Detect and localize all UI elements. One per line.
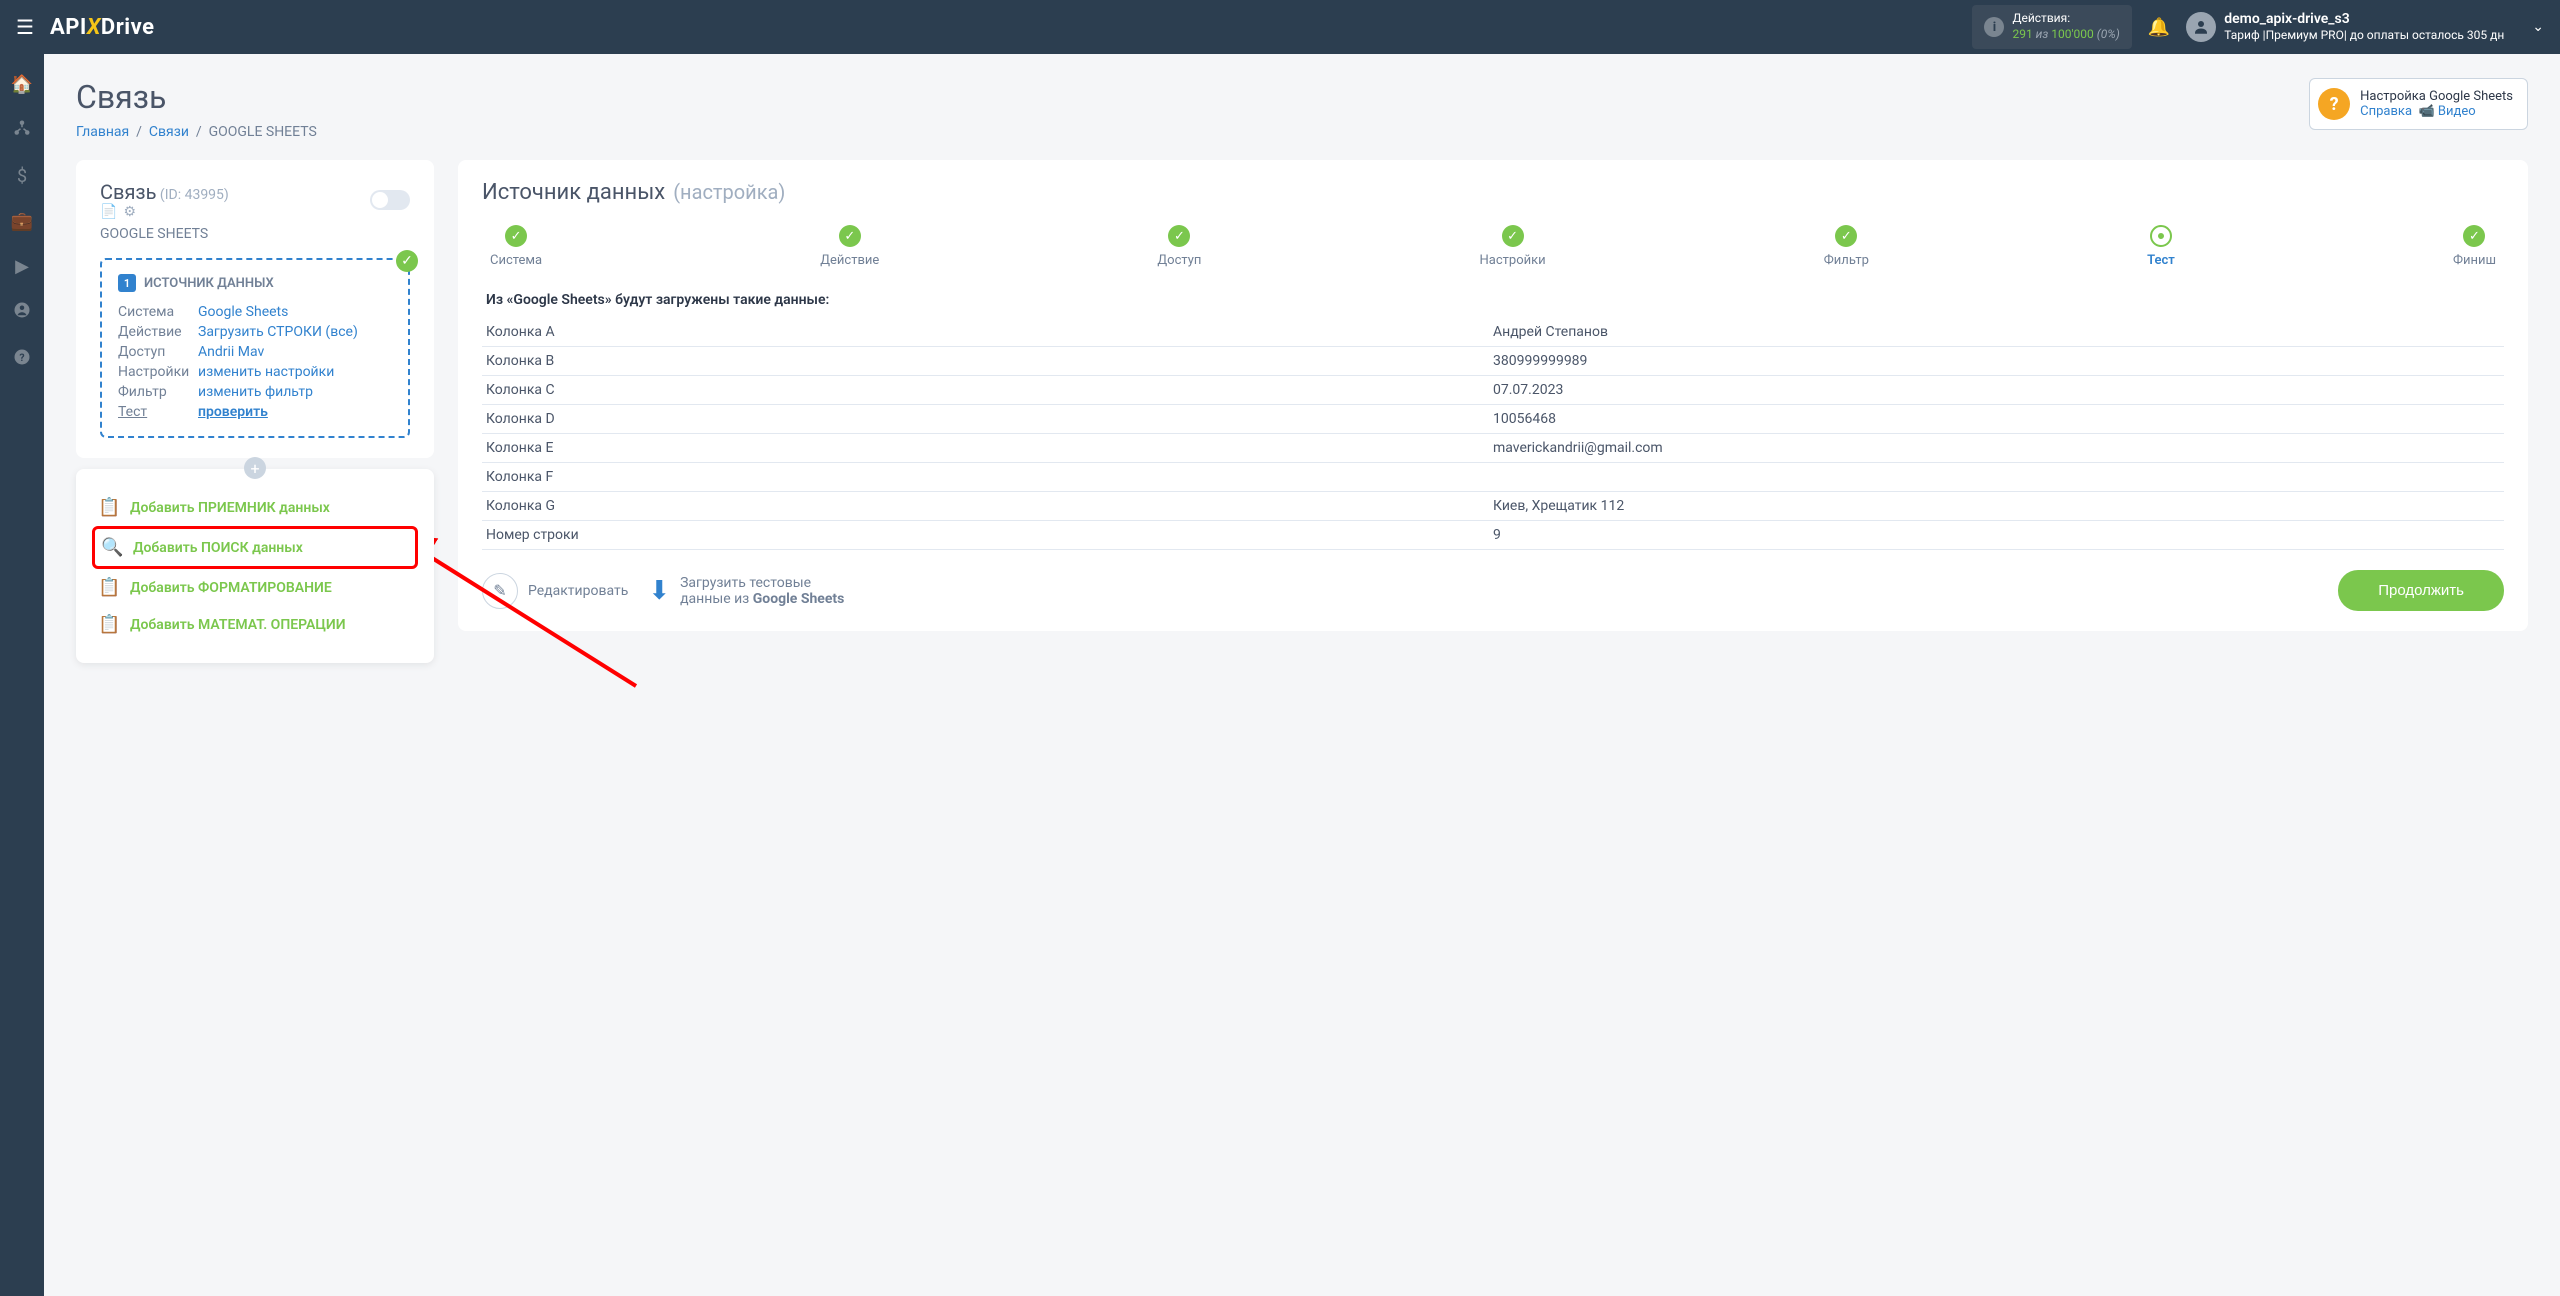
action-icon: 🔍: [101, 537, 123, 558]
continue-button[interactable]: Продолжить: [2338, 570, 2504, 611]
table-row: Колонка Emaverickandrii@gmail.com: [482, 434, 2504, 463]
briefcase-icon[interactable]: 💼: [11, 211, 33, 232]
profile-icon[interactable]: [13, 301, 31, 324]
gear-icon[interactable]: ⚙: [123, 204, 136, 220]
user-name: demo_apix-drive_s3: [2224, 10, 2504, 28]
load-test-button[interactable]: ⬇ Загрузить тестовые данные из Google Sh…: [648, 575, 844, 607]
source-row[interactable]: СистемаGoogle Sheets: [118, 302, 392, 322]
table-row: Колонка D10056468: [482, 405, 2504, 434]
source-row[interactable]: ДоступAndrii Mav: [118, 342, 392, 362]
help-link-video[interactable]: Видео: [2438, 104, 2476, 119]
right-title: Источник данных: [482, 180, 665, 205]
wizard-step[interactable]: ✓Доступ: [1157, 225, 1201, 268]
wizard-step[interactable]: ✓Настройки: [1480, 225, 1546, 268]
source-row[interactable]: Фильтризменить фильтр: [118, 382, 392, 402]
table-row: Колонка AАндрей Степанов: [482, 318, 2504, 347]
actions-total: 100'000: [2051, 27, 2094, 41]
source-row[interactable]: Настройкиизменить настройки: [118, 362, 392, 382]
pencil-icon: ✎: [482, 573, 518, 609]
action-icon: 📋: [98, 497, 120, 518]
actions-used: 291: [2012, 27, 2032, 41]
breadcrumb: Главная / Связи / GOOGLE SHEETS: [76, 124, 317, 140]
logo-x: X: [87, 15, 101, 40]
table-row: Колонка B380999999989: [482, 347, 2504, 376]
connections-icon[interactable]: [13, 119, 31, 142]
source-row[interactable]: Тестпроверить: [118, 402, 392, 422]
help-icon[interactable]: ?: [13, 348, 31, 371]
page-title: Связь: [76, 78, 317, 116]
table-row: Колонка F: [482, 463, 2504, 492]
avatar-icon: [2186, 12, 2216, 42]
actions-label: Действия:: [2012, 11, 2119, 27]
add-action-item[interactable]: 🔍Добавить ПОИСК данных: [92, 526, 418, 569]
conn-id: (ID: 43995): [156, 187, 228, 203]
camera-icon: 📹: [2418, 104, 2437, 119]
wizard-step[interactable]: ✓Система: [490, 225, 542, 268]
edit-button[interactable]: ✎ Редактировать: [482, 573, 628, 609]
table-row: Колонка C07.07.2023: [482, 376, 2504, 405]
home-icon[interactable]: 🏠: [11, 74, 33, 95]
source-row[interactable]: ДействиеЗагрузить СТРОКИ (все): [118, 322, 392, 342]
logo[interactable]: APIXDrive: [50, 15, 155, 40]
user-menu[interactable]: demo_apix-drive_s3 Тариф |Премиум PRO| д…: [2186, 10, 2544, 44]
chevron-down-icon: ⌄: [2532, 19, 2544, 35]
source-block[interactable]: ✓ 1 ИСТОЧНИК ДАННЫХ СистемаGoogle Sheets…: [100, 258, 410, 438]
table-row: Колонка GКиев, Хрещатик 112: [482, 492, 2504, 521]
help-box: ? Настройка Google Sheets Справка 📹 Виде…: [2309, 78, 2528, 130]
data-intro: Из «Google Sheets» будут загружены такие…: [482, 292, 2504, 308]
video-icon[interactable]: ▶: [15, 256, 29, 277]
actions-counter[interactable]: i Действия: 291 из 100'000 (0%): [1972, 5, 2131, 48]
logo-pre: API: [50, 15, 87, 40]
conn-title: Связь: [100, 180, 156, 204]
wizard-step[interactable]: ✓Действие: [820, 225, 879, 268]
breadcrumb-links[interactable]: Связи: [149, 124, 189, 140]
menu-toggle[interactable]: ☰: [16, 15, 34, 39]
add-plus-icon[interactable]: +: [244, 457, 266, 479]
add-action-item[interactable]: 📋Добавить ПРИЕМНИК данных: [92, 489, 418, 526]
help-title: Настройка Google Sheets: [2360, 89, 2513, 104]
wizard-step[interactable]: ✓Финиш: [2453, 225, 2496, 268]
conn-toggle[interactable]: [370, 190, 410, 210]
question-icon: ?: [2318, 88, 2350, 120]
right-subtitle: (настройка): [673, 180, 785, 204]
conn-sub: GOOGLE SHEETS: [100, 226, 410, 242]
breadcrumb-home[interactable]: Главная: [76, 124, 129, 140]
add-actions-menu: 📋Добавить ПРИЕМНИК данных🔍Добавить ПОИСК…: [76, 469, 434, 663]
copy-icon[interactable]: 📄: [100, 204, 117, 220]
step-number: 1: [118, 274, 136, 292]
side-nav: 🏠 $ 💼 ▶ ?: [0, 54, 44, 1296]
action-icon: 📋: [98, 577, 120, 598]
logo-post: Drive: [101, 15, 155, 40]
help-link-doc[interactable]: Справка: [2360, 104, 2412, 119]
table-row: Номер строки9: [482, 521, 2504, 550]
action-icon: 📋: [98, 614, 120, 635]
billing-icon[interactable]: $: [17, 166, 27, 187]
notifications-icon[interactable]: 🔔: [2148, 17, 2170, 38]
add-action-item[interactable]: 📋Добавить ФОРМАТИРОВАНИЕ: [92, 569, 418, 606]
wizard-step[interactable]: ✓Фильтр: [1824, 225, 1869, 268]
add-action-item[interactable]: 📋Добавить МАТЕМАТ. ОПЕРАЦИИ: [92, 606, 418, 643]
download-icon: ⬇: [648, 576, 670, 606]
svg-text:?: ?: [19, 351, 24, 364]
info-icon: i: [1984, 17, 2004, 37]
user-plan: Тариф |Премиум PRO| до оплаты осталось 3…: [2224, 28, 2504, 44]
source-block-title: ИСТОЧНИК ДАННЫХ: [144, 276, 274, 291]
breadcrumb-current: GOOGLE SHEETS: [209, 124, 317, 140]
wizard-step[interactable]: Тест: [2147, 225, 2175, 268]
check-icon: ✓: [396, 250, 418, 272]
